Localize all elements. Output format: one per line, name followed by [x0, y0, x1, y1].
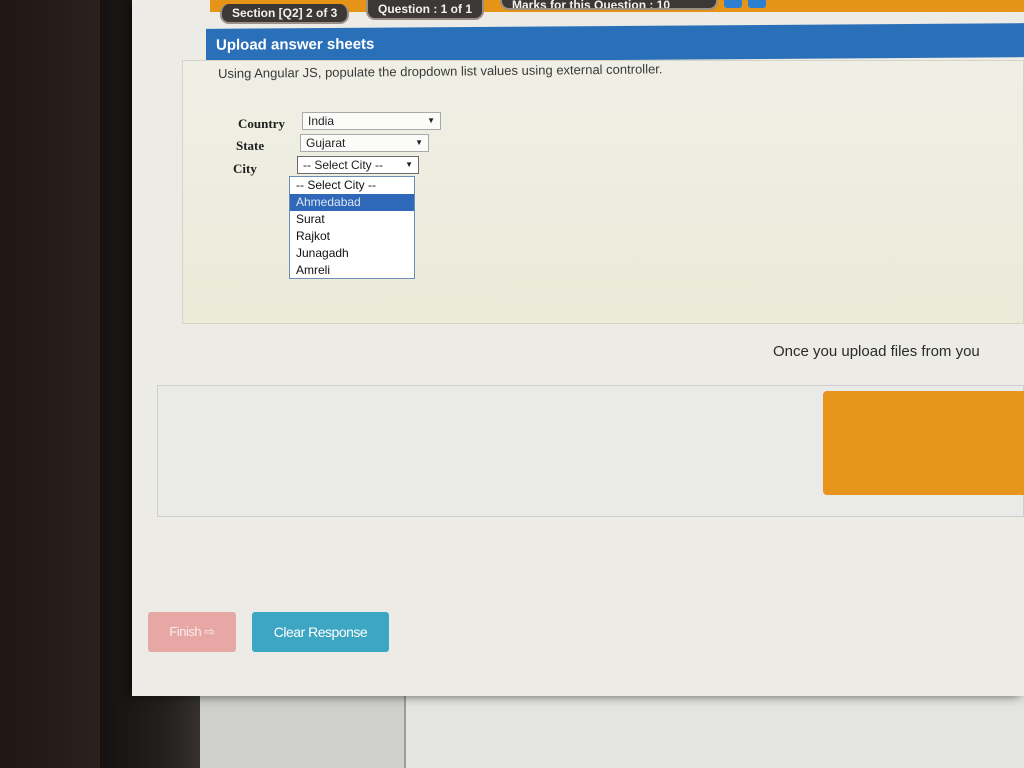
city-option[interactable]: Amreli	[290, 262, 414, 279]
state-select[interactable]: Gujarat ▼	[300, 134, 429, 152]
city-option[interactable]: Surat	[290, 211, 414, 228]
city-option[interactable]: -- Select City --	[290, 177, 414, 194]
country-select[interactable]: India ▼	[302, 112, 441, 130]
upload-button[interactable]	[823, 391, 1024, 495]
clear-response-button[interactable]: Clear Response	[252, 612, 389, 652]
city-select-value: -- Select City --	[303, 158, 384, 172]
panel-title: Upload answer sheets	[206, 23, 1024, 63]
chevron-down-icon: ▼	[415, 138, 423, 147]
country-select-value: India	[308, 114, 335, 128]
question-indicator[interactable]: Question : 1 of 1	[366, 0, 485, 20]
city-select[interactable]: -- Select City -- ▼	[297, 156, 419, 174]
marks-indicator: Marks for this Question : 10	[500, 0, 718, 10]
state-select-value: Gujarat	[306, 136, 346, 150]
finish-button[interactable]: Finish ⇨	[148, 612, 236, 652]
chevron-down-icon: ▼	[405, 160, 413, 169]
city-dropdown-list: -- Select City -- Ahmedabad Surat Rajkot…	[289, 176, 415, 279]
city-option-highlighted[interactable]: Ahmedabad	[290, 194, 414, 211]
chevron-down-icon: ▼	[427, 116, 435, 125]
desk-object	[404, 696, 1024, 768]
nav-next-button[interactable]	[748, 0, 766, 8]
section-indicator[interactable]: Section [Q2] 2 of 3	[220, 4, 350, 24]
upload-note: Once you upload files from you	[773, 343, 980, 360]
country-label: Country	[238, 116, 285, 131]
nav-prev-button[interactable]	[724, 0, 742, 8]
city-option[interactable]: Junagadh	[290, 245, 414, 262]
city-option[interactable]: Rajkot	[290, 228, 414, 245]
state-label: State	[236, 138, 265, 153]
city-label: City	[233, 161, 257, 176]
